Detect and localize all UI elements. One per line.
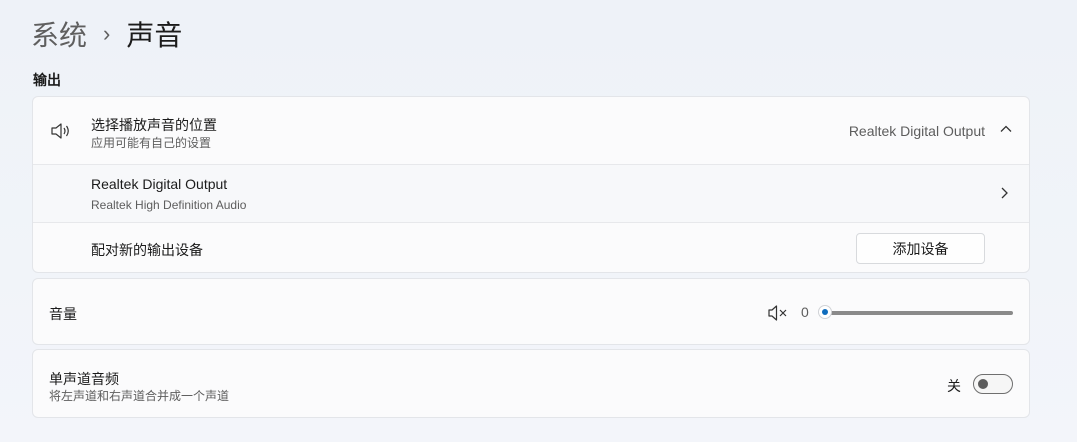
mono-audio-state-label: 关	[947, 378, 961, 394]
pair-output-device-label: 配对新的输出设备	[91, 242, 203, 258]
output-device-description: Realtek High Definition Audio	[91, 198, 247, 212]
speaker-muted-icon[interactable]	[767, 303, 789, 323]
breadcrumb: 系统 › 声音	[31, 14, 182, 54]
breadcrumb-parent-system[interactable]: 系统	[31, 14, 87, 54]
volume-card: 音量 0	[32, 278, 1030, 345]
toggle-knob	[978, 379, 988, 389]
section-title-output: 输出	[33, 72, 61, 88]
speaker-icon	[51, 123, 69, 139]
chevron-right-icon[interactable]	[997, 186, 1011, 200]
mono-audio-title: 单声道音频	[49, 371, 119, 387]
volume-label: 音量	[49, 306, 77, 322]
selected-output-device: Realtek Digital Output	[848, 123, 985, 139]
output-selector-title: 选择播放声音的位置	[91, 117, 217, 133]
mono-audio-subtitle: 将左声道和右声道合并成一个声道	[49, 389, 230, 403]
output-device-selector[interactable]: 选择播放声音的位置 应用可能有自己的设置 Realtek Digital Out…	[33, 97, 1029, 164]
pair-output-device-row: 配对新的输出设备 添加设备	[33, 222, 1029, 272]
output-device-item[interactable]: Realtek Digital Output Realtek High Defi…	[33, 164, 1029, 222]
output-card: 选择播放声音的位置 应用可能有自己的设置 Realtek Digital Out…	[32, 96, 1030, 273]
volume-slider[interactable]	[818, 305, 1016, 321]
output-selector-subtitle: 应用可能有自己的设置	[91, 136, 212, 150]
mono-audio-toggle[interactable]	[973, 374, 1013, 394]
chevron-up-icon[interactable]	[999, 122, 1013, 136]
output-device-name: Realtek Digital Output	[91, 176, 228, 192]
mono-audio-card: 单声道音频 将左声道和右声道合并成一个声道 关	[32, 349, 1030, 418]
volume-value: 0	[801, 304, 809, 320]
breadcrumb-separator: ›	[103, 21, 111, 46]
volume-slider-track[interactable]	[830, 311, 1013, 315]
volume-slider-thumb[interactable]	[818, 305, 832, 319]
add-device-button[interactable]: 添加设备	[856, 233, 985, 264]
page-title: 声音	[126, 20, 183, 51]
